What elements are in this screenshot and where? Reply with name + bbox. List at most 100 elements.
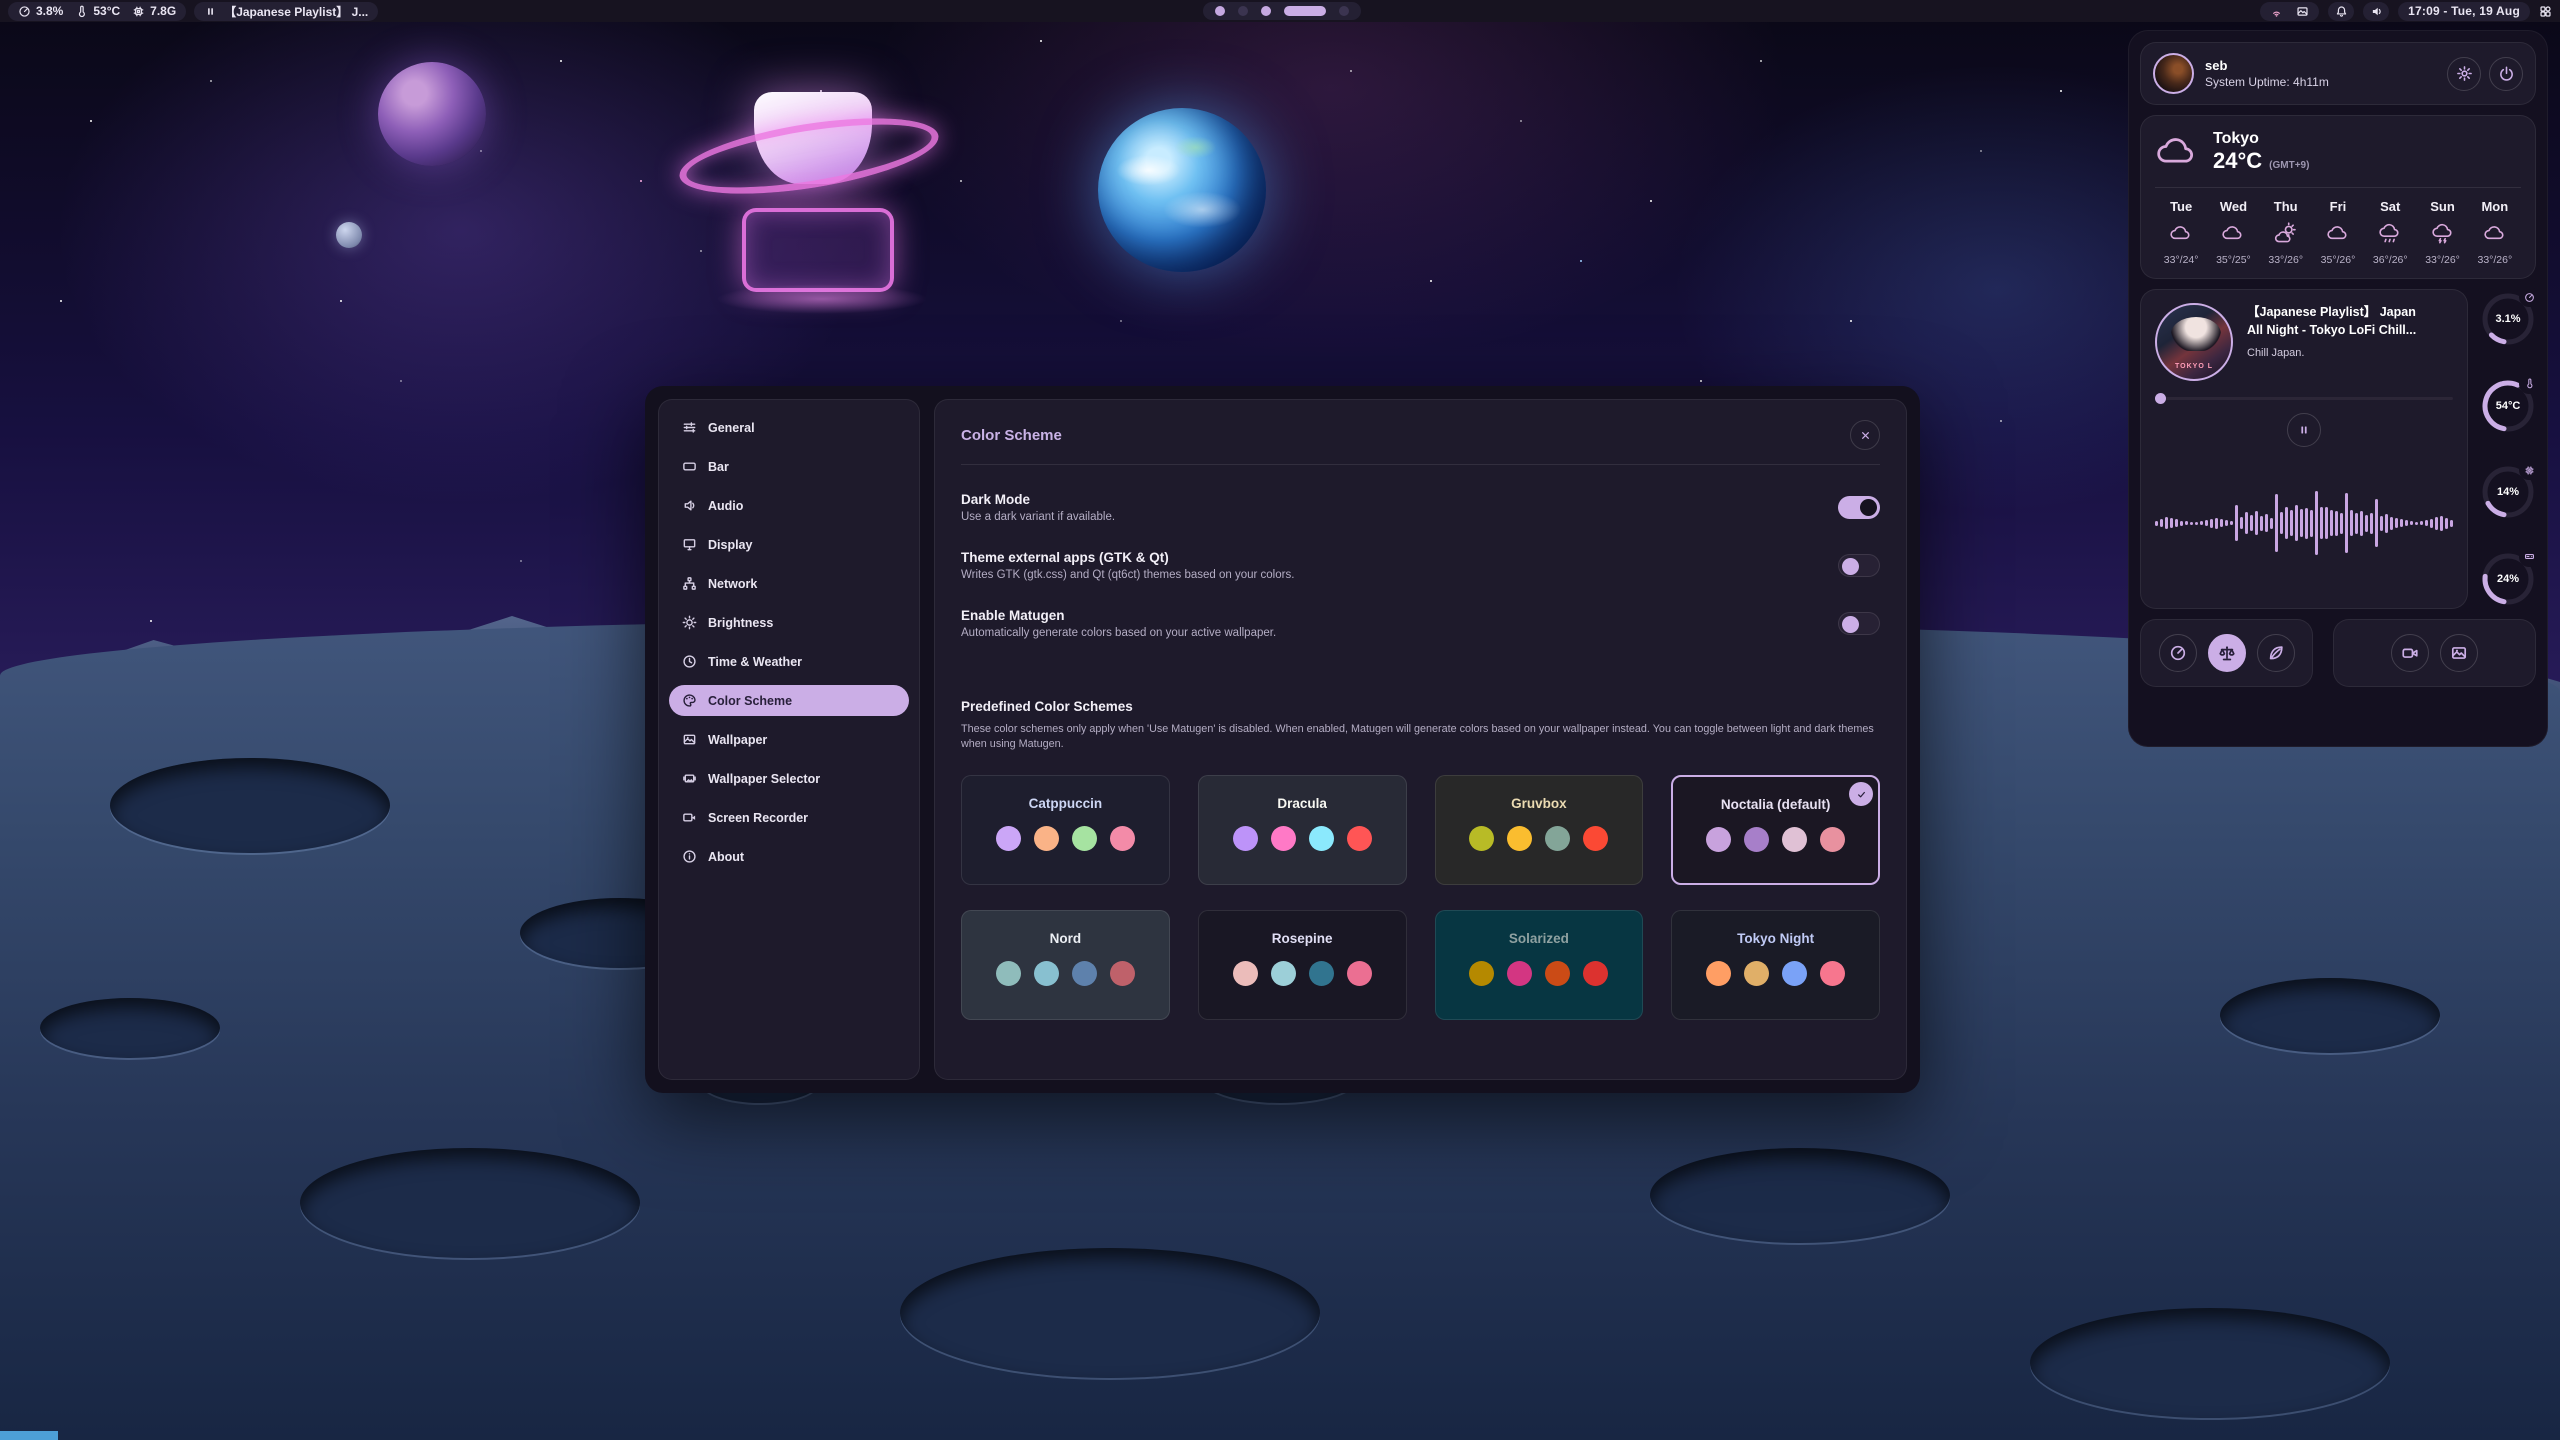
small-moon xyxy=(336,222,362,248)
scheme-card-nord[interactable]: Nord xyxy=(961,910,1170,1020)
workspace-dot-active[interactable] xyxy=(1284,6,1326,16)
system-stats-pill[interactable]: 3.8% 53°C 7.8G xyxy=(8,2,186,21)
dark-mode-toggle[interactable] xyxy=(1838,496,1880,519)
media-player-card: TOKYO L 【Japanese Playlist】 Japan All Ni… xyxy=(2140,289,2468,609)
palette-icon xyxy=(682,693,697,708)
swatch-row xyxy=(996,826,1135,851)
color-swatch xyxy=(1545,961,1570,986)
app-launcher-button[interactable] xyxy=(2539,5,2552,18)
sidebar-item-wallpaper[interactable]: Wallpaper xyxy=(669,724,909,755)
sidebar-item-label: Time & Weather xyxy=(708,655,802,669)
forecast-day: Thu 33°/26° xyxy=(2260,199,2312,266)
top-bar: 3.8% 53°C 7.8G 【Japanese Playlist】 J... xyxy=(0,0,2560,22)
swatch-row xyxy=(1706,961,1845,986)
sidebar-item-screen-recorder[interactable]: Screen Recorder xyxy=(669,802,909,833)
cloud-icon xyxy=(2325,221,2351,247)
disk-usage-ring: 24% xyxy=(2480,551,2536,607)
scheme-card-rosepine[interactable]: Rosepine xyxy=(1198,910,1407,1020)
forecast-temps: 35°/25° xyxy=(2216,254,2251,266)
progress-knob[interactable] xyxy=(2155,393,2166,404)
scheme-card-dracula[interactable]: Dracula xyxy=(1198,775,1407,885)
sidebar-item-network[interactable]: Network xyxy=(669,568,909,599)
setting-label: Dark Mode xyxy=(961,492,1115,507)
sidebar-item-label: General xyxy=(708,421,755,435)
color-swatch xyxy=(1034,826,1059,851)
sidebar-item-display[interactable]: Display xyxy=(669,529,909,560)
setting-description: Use a dark variant if available. xyxy=(961,511,1115,523)
color-swatch xyxy=(1034,961,1059,986)
scheme-name: Nord xyxy=(1050,931,1082,946)
thermometer-icon xyxy=(2524,378,2535,389)
scheme-card-gruvbox[interactable]: Gruvbox xyxy=(1435,775,1644,885)
speaker-icon xyxy=(2370,5,2383,18)
settings-button[interactable] xyxy=(2447,57,2481,91)
forecast-day: Sun 33°/26° xyxy=(2416,199,2468,266)
memory-stat: 7.8G xyxy=(132,4,176,18)
divider xyxy=(2155,187,2521,188)
volume-button[interactable] xyxy=(2363,2,2389,21)
workspace-dot[interactable] xyxy=(1238,6,1248,16)
clock-label: 17:09 - Tue, 19 Aug xyxy=(2408,4,2520,18)
matugen-toggle[interactable] xyxy=(1838,612,1880,635)
scheme-card-tokyo-night[interactable]: Tokyo Night xyxy=(1671,910,1880,1020)
power-button[interactable] xyxy=(2489,57,2523,91)
clock[interactable]: 17:09 - Tue, 19 Aug xyxy=(2398,2,2530,21)
media-progress-bar[interactable] xyxy=(2155,397,2453,400)
forecast-day: Fri 35°/26° xyxy=(2312,199,2364,266)
forecast-day: Mon 33°/26° xyxy=(2469,199,2521,266)
sidebar-item-label: Audio xyxy=(708,499,743,513)
memory-value: 7.8G xyxy=(150,4,176,18)
forecast-day: Tue 33°/24° xyxy=(2155,199,2207,266)
bar-icon xyxy=(682,459,697,474)
sidebar-item-audio[interactable]: Audio xyxy=(669,490,909,521)
sidebar-item-brightness[interactable]: Brightness xyxy=(669,607,909,638)
scheme-name: Tokyo Night xyxy=(1737,931,1814,946)
screen-record-button[interactable] xyxy=(2391,634,2429,672)
balanced-mode-button[interactable] xyxy=(2208,634,2246,672)
wallpaper-button[interactable] xyxy=(2440,634,2478,672)
sidebar-item-time-weather[interactable]: Time & Weather xyxy=(669,646,909,677)
color-swatch xyxy=(1820,827,1845,852)
color-swatch xyxy=(1782,827,1807,852)
cloud-icon xyxy=(2155,130,2199,174)
performance-mode-button[interactable] xyxy=(2159,634,2197,672)
bar-media-pill[interactable]: 【Japanese Playlist】 J... xyxy=(194,2,378,21)
sidebar-item-general[interactable]: General xyxy=(669,412,909,443)
weather-temp: 24°C xyxy=(2213,148,2262,174)
rain-icon xyxy=(2377,221,2403,247)
scheme-name: Rosepine xyxy=(1272,931,1333,946)
notifications-button[interactable] xyxy=(2328,2,2354,21)
forecast-day-label: Sat xyxy=(2380,199,2400,214)
workspace-dot[interactable] xyxy=(1215,6,1225,16)
play-pause-button[interactable] xyxy=(2287,413,2321,447)
scheme-card-catppuccin[interactable]: Catppuccin xyxy=(961,775,1170,885)
sidebar-item-about[interactable]: About xyxy=(669,841,909,872)
scheme-card-noctalia[interactable]: Noctalia (default) xyxy=(1671,775,1880,885)
desktop: 3.8% 53°C 7.8G 【Japanese Playlist】 J... xyxy=(0,0,2560,1440)
sidebar-item-color-scheme[interactable]: Color Scheme xyxy=(669,685,909,716)
wallpaper-tray-icon[interactable] xyxy=(2296,5,2309,18)
sidebar-item-wallpaper-selector[interactable]: Wallpaper Selector xyxy=(669,763,909,794)
cpu-usage-ring: 3.1% xyxy=(2480,291,2536,347)
setting-label: Enable Matugen xyxy=(961,608,1276,623)
color-swatch xyxy=(1545,826,1570,851)
workspace-dot[interactable] xyxy=(1261,6,1271,16)
scheme-name: Catppuccin xyxy=(1029,796,1103,811)
monitor-icon xyxy=(682,537,697,552)
eco-mode-button[interactable] xyxy=(2257,634,2295,672)
color-swatch xyxy=(996,961,1021,986)
sliders-icon xyxy=(682,420,697,435)
tray-app-icon[interactable] xyxy=(2270,5,2283,18)
scheme-card-solarized[interactable]: Solarized xyxy=(1435,910,1644,1020)
color-swatch xyxy=(1110,826,1135,851)
speaker-icon xyxy=(682,498,697,513)
swatch-row xyxy=(1233,961,1372,986)
color-swatch xyxy=(1744,827,1769,852)
sidebar-item-label: Network xyxy=(708,577,757,591)
sidebar-item-bar[interactable]: Bar xyxy=(669,451,909,482)
workspace-dot[interactable] xyxy=(1339,6,1349,16)
gauge-icon xyxy=(2169,644,2187,662)
system-tray xyxy=(2260,2,2319,21)
theme-external-toggle[interactable] xyxy=(1838,554,1880,577)
close-button[interactable] xyxy=(1850,420,1880,450)
